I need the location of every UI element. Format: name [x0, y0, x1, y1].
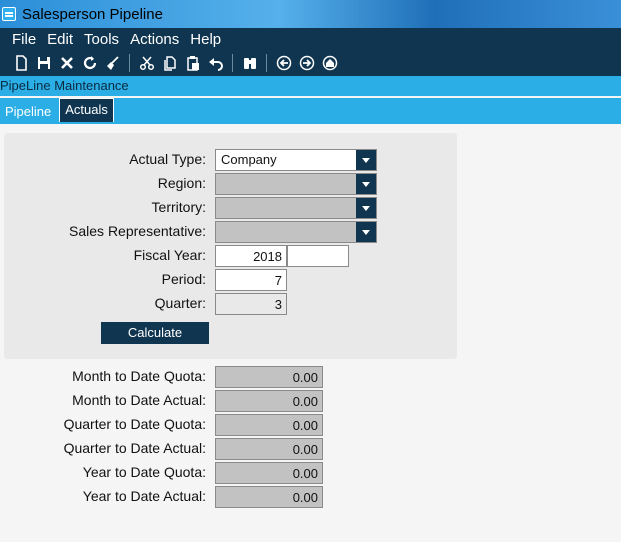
app-icon [2, 7, 16, 21]
menu-file[interactable]: File [12, 31, 36, 48]
sales-rep-select[interactable] [215, 221, 377, 243]
window-title: Salesperson Pipeline [22, 5, 163, 23]
delete-icon[interactable] [56, 52, 78, 74]
chevron-down-icon[interactable] [356, 150, 376, 170]
menu-actions[interactable]: Actions [130, 31, 179, 48]
tab-pipeline[interactable]: Pipeline [0, 100, 56, 124]
back-icon[interactable] [273, 52, 295, 74]
screen-subtitle: PipeLine Maintenance [0, 76, 621, 96]
quarter-to-date-actual-label: Quarter to Date Actual: [63, 440, 206, 456]
quarter-to-date-quota-value: 0.00 [215, 414, 323, 436]
tab-actuals[interactable]: Actuals [59, 98, 114, 122]
forward-icon[interactable] [296, 52, 318, 74]
home-icon[interactable] [319, 52, 341, 74]
territory-select[interactable] [215, 197, 377, 219]
month-to-date-quota-label: Month to Date Quota: [72, 368, 206, 384]
clear-icon[interactable] [102, 52, 124, 74]
region-value [216, 174, 356, 194]
menu-edit[interactable]: Edit [47, 31, 73, 48]
copy-icon[interactable] [159, 52, 181, 74]
quarter-to-date-actual-value: 0.00 [215, 438, 323, 460]
region-select[interactable] [215, 173, 377, 195]
year-to-date-actual-value: 0.00 [215, 486, 323, 508]
actual-type-value: Company [221, 152, 277, 167]
month-to-date-quota-value: 0.00 [215, 366, 323, 388]
period-input[interactable]: 7 [215, 269, 287, 291]
calculate-button[interactable]: Calculate [101, 322, 209, 344]
actual-type-label: Actual Type: [129, 151, 206, 167]
sales-rep-label: Sales Representative: [69, 223, 206, 239]
chevron-down-icon[interactable] [356, 174, 376, 194]
toolbar [0, 50, 621, 76]
chevron-down-icon[interactable] [356, 198, 376, 218]
quarter-to-date-quota-label: Quarter to Date Quota: [63, 416, 206, 432]
fiscal-year-description-input[interactable] [287, 245, 349, 267]
territory-value [216, 198, 356, 218]
undo-icon[interactable] [205, 52, 227, 74]
region-label: Region: [157, 175, 206, 191]
menu-bar: File Edit Tools Actions Help [0, 28, 621, 50]
year-to-date-quota-value: 0.00 [215, 462, 323, 484]
year-to-date-actual-label: Year to Date Actual: [82, 488, 206, 504]
toolbar-separator [232, 54, 233, 72]
paste-icon[interactable] [182, 52, 204, 74]
toolbar-separator [266, 54, 267, 72]
cut-icon[interactable] [136, 52, 158, 74]
calculation-panel: Actual Type: Company Region: Territory: … [4, 133, 457, 359]
menu-help[interactable]: Help [190, 31, 221, 48]
find-icon[interactable] [239, 52, 261, 74]
menu-tools[interactable]: Tools [84, 31, 119, 48]
month-to-date-actual-label: Month to Date Actual: [72, 392, 206, 408]
refresh-icon[interactable] [79, 52, 101, 74]
sales-rep-value [216, 222, 356, 242]
new-icon[interactable] [10, 52, 32, 74]
save-icon[interactable] [33, 52, 55, 74]
year-to-date-quota-label: Year to Date Quota: [82, 464, 206, 480]
fiscal-year-label: Fiscal Year: [133, 247, 206, 263]
chevron-down-icon[interactable] [356, 222, 376, 242]
quarter-field: 3 [215, 293, 287, 315]
period-label: Period: [161, 271, 206, 287]
quarter-label: Quarter: [154, 295, 206, 311]
toolbar-separator [129, 54, 130, 72]
title-bar: Salesperson Pipeline [0, 0, 621, 28]
fiscal-year-input[interactable]: 2018 [215, 245, 287, 267]
month-to-date-actual-value: 0.00 [215, 390, 323, 412]
tab-strip: Pipeline Actuals [0, 98, 621, 124]
territory-label: Territory: [151, 199, 206, 215]
actual-type-select[interactable]: Company [215, 149, 377, 171]
